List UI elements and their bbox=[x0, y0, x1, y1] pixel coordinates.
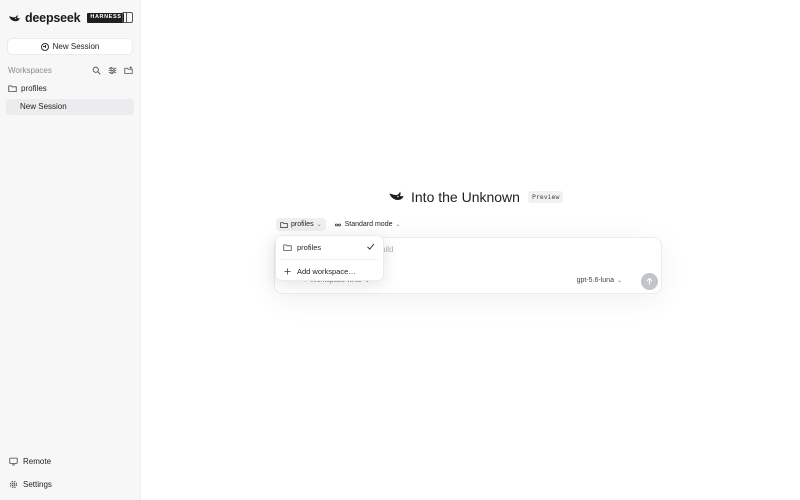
arrow-up-icon bbox=[646, 277, 653, 285]
chevron-down-icon: ⌄ bbox=[395, 222, 401, 228]
mode-selector[interactable]: Standard mode ⌄ bbox=[330, 218, 405, 231]
toggle-sidebar-icon[interactable] bbox=[122, 12, 133, 23]
dropdown-divider bbox=[281, 259, 378, 260]
plus-circle-icon bbox=[40, 42, 49, 51]
hero-title: Into the Unknown Preview bbox=[388, 188, 564, 205]
workspaces-header: Workspaces bbox=[8, 65, 133, 76]
composer-options: profiles ⌄ Standard mode ⌄ bbox=[276, 218, 405, 231]
preview-badge: Preview bbox=[527, 190, 564, 203]
add-workspace-label: Add workspace… bbox=[297, 266, 356, 276]
workspace-item-profiles[interactable]: profiles bbox=[8, 84, 47, 93]
remote-button[interactable]: Remote bbox=[9, 457, 51, 466]
page-title: Into the Unknown bbox=[411, 188, 520, 205]
mode-selector-label: Standard mode bbox=[344, 221, 393, 228]
settings-button[interactable]: Settings bbox=[9, 480, 52, 489]
infinity-icon bbox=[334, 223, 341, 226]
deepseek-whale-icon bbox=[9, 14, 20, 21]
chevron-down-icon: ⌄ bbox=[316, 222, 322, 228]
workspace-label: profiles bbox=[21, 84, 47, 93]
add-folder-icon[interactable] bbox=[124, 66, 133, 75]
remote-label: Remote bbox=[23, 457, 52, 466]
monitor-icon bbox=[9, 457, 18, 466]
session-item[interactable]: New Session bbox=[6, 99, 134, 115]
folder-icon bbox=[8, 85, 17, 92]
sidebar: deepseek HARNESS New Session Workspaces … bbox=[0, 0, 141, 500]
deepseek-whale-icon bbox=[389, 191, 404, 201]
settings-label: Settings bbox=[23, 480, 52, 489]
dropdown-item-label: profiles bbox=[297, 242, 322, 252]
chevron-down-icon: ⌄ bbox=[616, 278, 622, 284]
search-icon[interactable] bbox=[92, 66, 101, 75]
model-label: gpt-5.6-luna bbox=[576, 277, 614, 284]
gear-icon bbox=[9, 480, 18, 489]
workspaces-label: Workspaces bbox=[8, 66, 52, 75]
brand-name: deepseek bbox=[25, 11, 81, 25]
new-session-button[interactable]: New Session bbox=[7, 38, 133, 55]
workspace-selector[interactable]: profiles ⌄ bbox=[276, 218, 326, 231]
workspace-dropdown: profiles Add workspace… bbox=[275, 235, 384, 281]
check-icon bbox=[367, 243, 375, 250]
workspace-selector-label: profiles bbox=[291, 221, 314, 228]
brand[interactable]: deepseek HARNESS bbox=[8, 11, 125, 25]
send-button[interactable] bbox=[641, 273, 658, 290]
folder-icon bbox=[280, 221, 288, 228]
plus-icon bbox=[284, 268, 291, 274]
folder-icon bbox=[283, 243, 292, 251]
add-workspace-item[interactable]: Add workspace… bbox=[276, 263, 383, 279]
new-session-label: New Session bbox=[52, 42, 100, 51]
dropdown-item-profiles[interactable]: profiles bbox=[276, 239, 383, 255]
model-selector[interactable]: gpt-5.6-luna ⌄ bbox=[577, 277, 622, 284]
brand-badge: HARNESS bbox=[87, 13, 125, 23]
filter-icon[interactable] bbox=[108, 66, 117, 75]
